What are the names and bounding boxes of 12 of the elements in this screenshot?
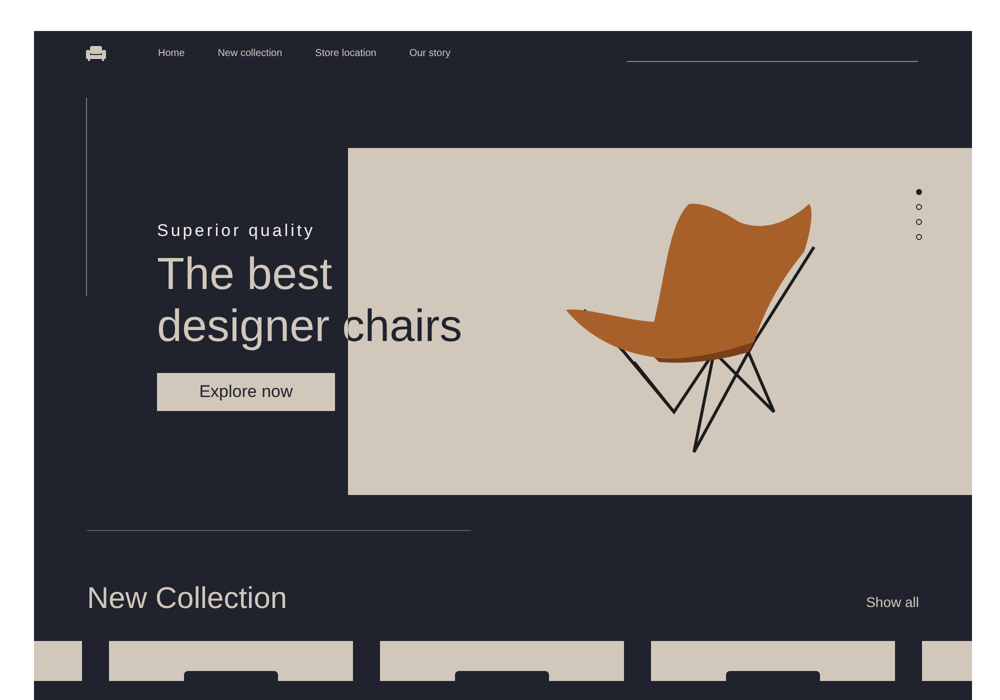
product-card[interactable] bbox=[380, 641, 624, 681]
hero-eyebrow: Superior quality bbox=[157, 220, 316, 242]
section-heading: New Collection bbox=[87, 581, 288, 617]
nav-link[interactable]: Store location bbox=[315, 46, 376, 60]
nav-link[interactable]: Home bbox=[158, 46, 185, 60]
sofa-icon[interactable] bbox=[86, 45, 106, 61]
nav-link[interactable]: Our story bbox=[409, 46, 450, 60]
nav-link[interactable]: New collection bbox=[218, 46, 282, 60]
show-all-link[interactable]: Show all bbox=[866, 592, 919, 613]
explore-button[interactable]: Explore now bbox=[157, 372, 335, 410]
product-card[interactable] bbox=[109, 641, 353, 681]
product-card[interactable] bbox=[651, 641, 895, 681]
